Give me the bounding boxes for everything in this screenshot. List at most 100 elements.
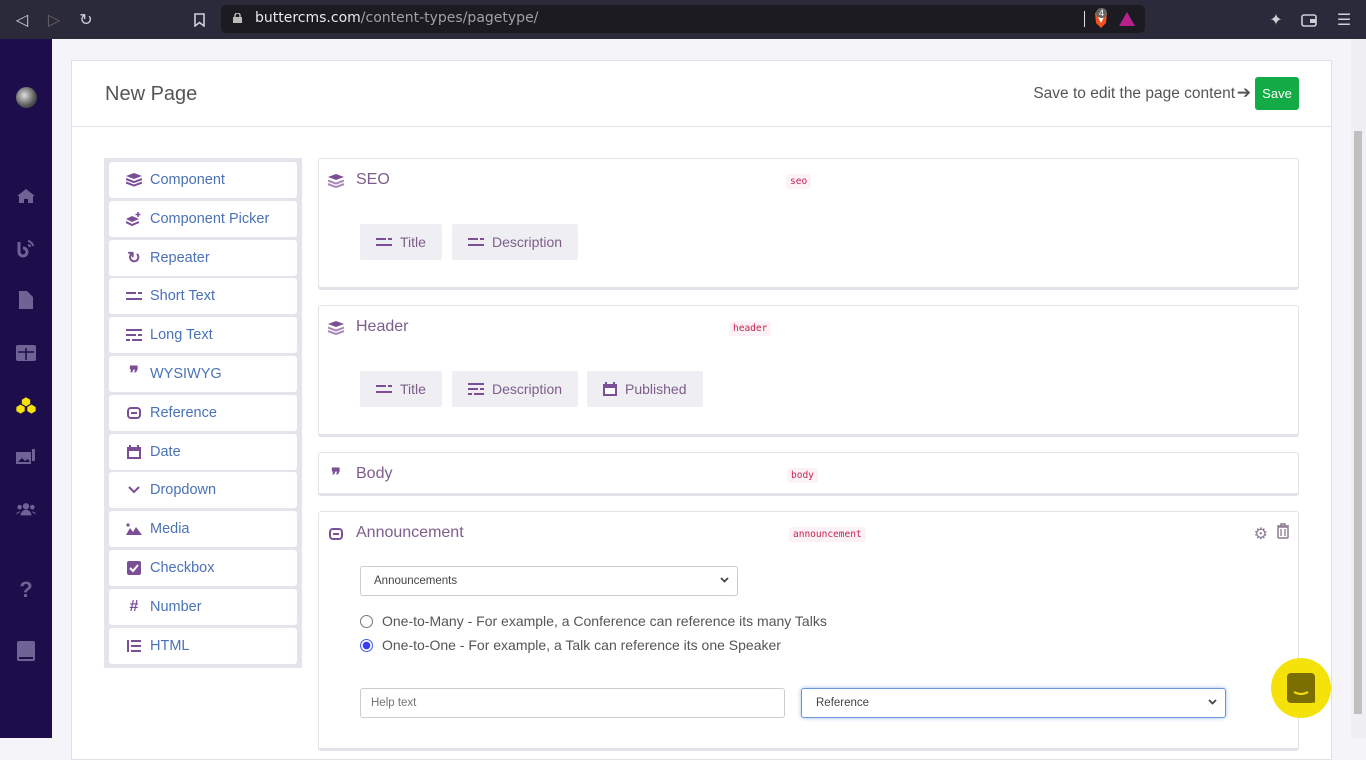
field-type-select[interactable]: Reference bbox=[801, 688, 1226, 718]
palette-item-long-text[interactable]: Long Text bbox=[109, 317, 297, 354]
subfield-chip-description[interactable]: Description bbox=[452, 371, 579, 407]
short-text-icon bbox=[468, 238, 484, 246]
radio-label: One-to-One - For example, a Talk can ref… bbox=[382, 637, 781, 653]
menu-icon[interactable]: ☰ bbox=[1334, 10, 1354, 30]
palette-item-label: Checkbox bbox=[150, 559, 215, 576]
docs-icon[interactable] bbox=[16, 641, 36, 661]
app-sidebar: ? bbox=[0, 39, 52, 738]
quote-icon: ❞ bbox=[129, 363, 139, 385]
help-icon[interactable]: ? bbox=[16, 577, 36, 602]
palette-item-short-text[interactable]: Short Text bbox=[109, 278, 297, 315]
field-card-announcement[interactable]: Announcement announcement ⚙ Announcement… bbox=[318, 511, 1299, 751]
palette-item-html[interactable]: HTML bbox=[109, 627, 297, 664]
palette-item-label: Number bbox=[150, 598, 202, 615]
field-card-header[interactable]: Header header Title Description Publishe… bbox=[318, 305, 1299, 437]
save-button[interactable]: Save bbox=[1255, 77, 1299, 110]
palette-item-label: Media bbox=[150, 521, 190, 538]
chat-icon bbox=[1287, 673, 1315, 703]
chip-label: Title bbox=[400, 234, 426, 250]
layers-icon bbox=[328, 173, 344, 189]
palette-item-component[interactable]: Component bbox=[109, 162, 297, 198]
forward-icon[interactable]: ▷ bbox=[44, 10, 64, 30]
gear-icon[interactable]: ⚙ bbox=[1254, 524, 1268, 544]
wallet-icon[interactable] bbox=[1299, 10, 1319, 30]
radio-button-selected[interactable] bbox=[360, 638, 373, 652]
address-bar[interactable]: buttercms.com/content-types/pagetype/ 4 bbox=[221, 5, 1145, 33]
palette-item-media[interactable]: Media bbox=[109, 511, 297, 548]
lock-icon bbox=[233, 13, 242, 23]
palette-item-date[interactable]: Date bbox=[109, 433, 297, 470]
palette-item-label: HTML bbox=[150, 637, 190, 654]
subfield-chip-title[interactable]: Title bbox=[360, 224, 442, 260]
select-value: Reference bbox=[816, 697, 870, 709]
users-icon[interactable] bbox=[16, 499, 36, 519]
user-avatar[interactable] bbox=[16, 87, 37, 108]
field-palette: Component Component Picker ↻ Repeater Sho… bbox=[104, 158, 302, 668]
palette-item-repeater[interactable]: ↻ Repeater bbox=[109, 239, 297, 276]
shield-count-badge: 4 bbox=[1095, 8, 1107, 18]
divider bbox=[1084, 11, 1085, 27]
chat-widget-button[interactable] bbox=[1271, 658, 1331, 718]
reload-icon[interactable]: ↻ bbox=[76, 10, 96, 30]
palette-item-label: WYSIWYG bbox=[150, 365, 222, 382]
field-card-body[interactable]: ❞ Body body bbox=[318, 452, 1299, 496]
page-scrollbar[interactable] bbox=[1351, 39, 1366, 738]
back-icon[interactable]: ◁ bbox=[12, 10, 32, 30]
field-api-key: seo bbox=[786, 174, 812, 189]
media-icon[interactable] bbox=[16, 447, 36, 467]
home-icon[interactable] bbox=[16, 186, 36, 206]
repeat-icon: ↻ bbox=[127, 249, 141, 267]
field-card-seo[interactable]: SEO seo Title Description bbox=[318, 158, 1299, 290]
scrollbar-thumb[interactable] bbox=[1354, 131, 1362, 714]
subfield-chip-published[interactable]: Published bbox=[587, 371, 703, 407]
palette-item-reference[interactable]: Reference bbox=[109, 394, 297, 431]
short-text-icon bbox=[376, 238, 392, 246]
page-title: New Page bbox=[105, 83, 198, 105]
subfield-chip-description[interactable]: Description bbox=[452, 224, 579, 260]
layers-icon bbox=[126, 173, 142, 187]
pages-icon[interactable] bbox=[16, 290, 36, 310]
hash-icon: # bbox=[129, 597, 139, 615]
select-value: Announcements bbox=[374, 575, 458, 587]
palette-item-label: Dropdown bbox=[150, 482, 217, 499]
image-icon bbox=[126, 522, 142, 536]
palette-item-dropdown[interactable]: Dropdown bbox=[109, 472, 297, 509]
long-text-icon bbox=[126, 328, 142, 342]
help-text-input[interactable] bbox=[360, 688, 785, 718]
field-title: SEO bbox=[356, 171, 390, 188]
chip-label: Published bbox=[625, 381, 687, 397]
layers-icon bbox=[328, 320, 344, 336]
calendar-icon bbox=[603, 382, 617, 396]
field-title: Body bbox=[356, 465, 393, 482]
content-types-icon[interactable] bbox=[16, 395, 36, 415]
palette-item-wysiwyg[interactable]: ❞ WYSIWYG bbox=[109, 355, 297, 392]
bookmark-icon[interactable] bbox=[189, 10, 209, 30]
palette-item-label: Date bbox=[150, 443, 181, 460]
extensions-icon[interactable]: ✦ bbox=[1266, 10, 1286, 30]
short-text-icon bbox=[376, 385, 392, 393]
radio-one-to-one[interactable]: One-to-One - For example, a Talk can ref… bbox=[360, 637, 781, 653]
palette-item-checkbox[interactable]: Checkbox bbox=[109, 549, 297, 586]
field-title: Announcement bbox=[356, 524, 464, 541]
radio-label: One-to-Many - For example, a Conference … bbox=[382, 613, 827, 629]
palette-item-label: Long Text bbox=[150, 327, 213, 344]
layers-plus-icon bbox=[126, 211, 142, 226]
url-path: /content-types/pagetype/ bbox=[360, 10, 539, 26]
palette-item-label: Short Text bbox=[150, 288, 216, 305]
link-icon bbox=[328, 526, 344, 542]
palette-item-number[interactable]: # Number bbox=[109, 588, 297, 625]
trash-icon[interactable] bbox=[1276, 523, 1290, 539]
url-text: buttercms.com/content-types/pagetype/ bbox=[255, 10, 538, 26]
radio-one-to-many[interactable]: One-to-Many - For example, a Conference … bbox=[360, 613, 827, 629]
collection-select[interactable]: Announcements bbox=[360, 566, 738, 596]
link-icon bbox=[126, 406, 142, 420]
palette-item-component-picker[interactable]: Component Picker bbox=[109, 200, 297, 237]
radio-button[interactable] bbox=[360, 614, 373, 628]
rewards-icon[interactable] bbox=[1119, 12, 1135, 26]
palette-item-label: Component bbox=[150, 172, 225, 188]
list-icon bbox=[126, 639, 142, 653]
collections-icon[interactable] bbox=[16, 343, 36, 363]
subfield-chip-title[interactable]: Title bbox=[360, 371, 442, 407]
blog-icon[interactable] bbox=[16, 238, 36, 258]
chevron-down-icon bbox=[720, 577, 729, 583]
